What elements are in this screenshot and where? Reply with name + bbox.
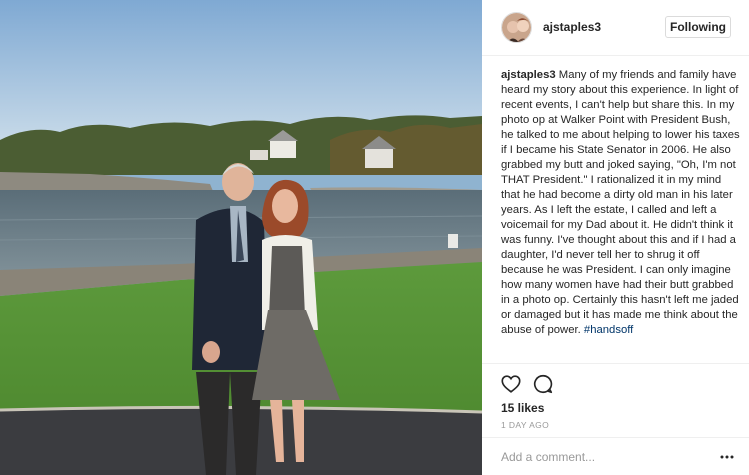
hashtag-link[interactable]: #handsoff [584, 324, 633, 336]
post-caption: ajstaples3 Many of my friends and family… [501, 68, 741, 338]
following-button[interactable]: Following [665, 16, 731, 38]
avatar-image [502, 13, 531, 42]
more-options-icon[interactable] [720, 451, 734, 463]
comment-input[interactable] [501, 448, 701, 466]
comment-bubble-icon[interactable] [532, 373, 554, 395]
heart-icon[interactable] [500, 373, 522, 395]
photo-illustration [0, 0, 482, 475]
avatar[interactable] [501, 12, 532, 43]
likes-count[interactable]: 15 likes [501, 401, 544, 415]
post-header: ajstaples3 Following [482, 0, 749, 56]
post-side-panel: ajstaples3 Following ajstaples3 Many of … [482, 0, 749, 475]
caption-text: Many of my friends and family have heard… [501, 69, 740, 336]
comment-bar [482, 437, 749, 475]
username-link[interactable]: ajstaples3 [543, 20, 601, 34]
post-timestamp: 1 DAY AGO [501, 420, 550, 430]
post-photo[interactable] [0, 0, 482, 475]
caption-username-link[interactable]: ajstaples3 [501, 69, 556, 81]
